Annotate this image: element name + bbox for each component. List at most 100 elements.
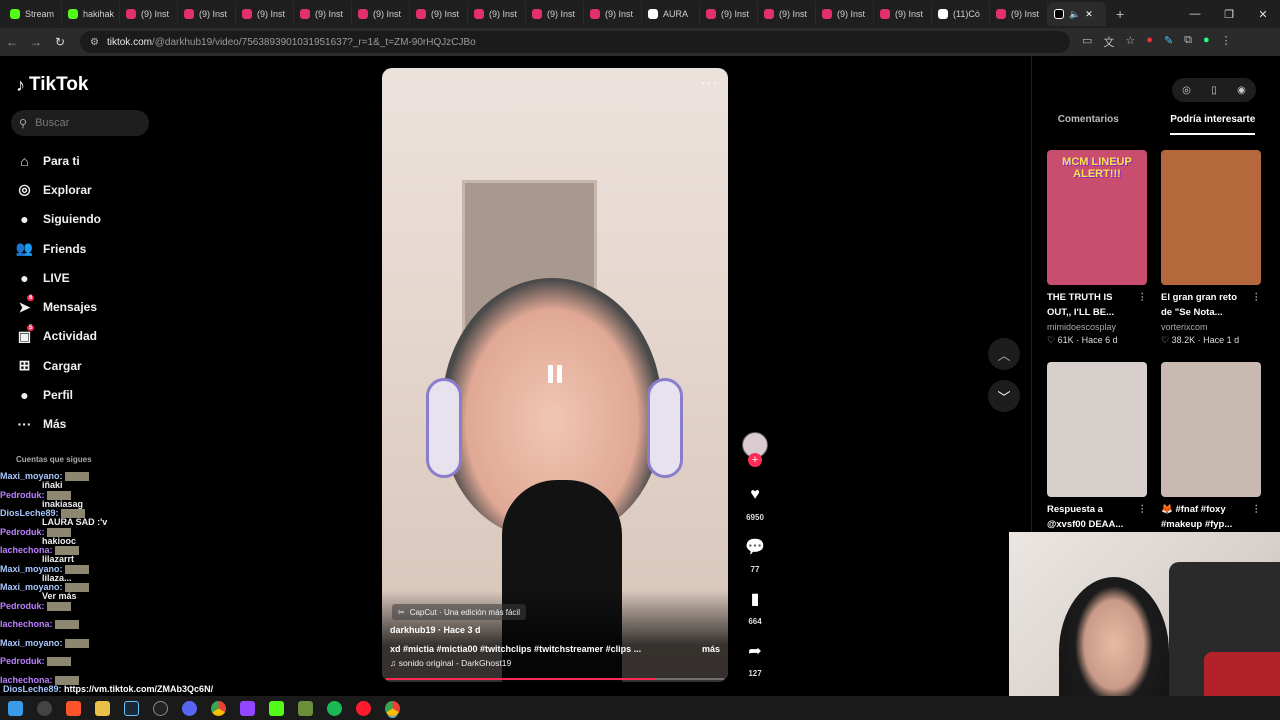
- sidebar-item-friends[interactable]: 👥 Friends: [16, 234, 101, 263]
- windows-start-icon[interactable]: [8, 700, 23, 716]
- tiktok-logo[interactable]: ♪ TikTok: [16, 74, 88, 96]
- recommended-video-card[interactable]: 🦊 #fnaf #foxy #makeup #fyp... ⋮: [1161, 362, 1261, 532]
- browser-tab[interactable]: (9) Inst: [468, 2, 526, 26]
- card-title[interactable]: Respuesta a @xvsf00 DEAA... ⋮: [1047, 502, 1147, 532]
- card-author[interactable]: vorterixcom: [1161, 322, 1261, 332]
- following-account[interactable]: lilazarrt: [42, 550, 74, 569]
- card-more-icon[interactable]: ⋮: [1138, 502, 1148, 532]
- browser-tab[interactable]: (9) Inst: [526, 2, 584, 26]
- comment-action[interactable]: 💬 77: [738, 532, 772, 574]
- video-author[interactable]: darkhub19 · Hace 3 d: [390, 625, 481, 635]
- search-input[interactable]: ⚲ Buscar: [11, 110, 149, 136]
- more-link[interactable]: más: [702, 644, 720, 654]
- sidebar-item-live[interactable]: ● LIVE: [16, 263, 101, 292]
- video-thumbnail[interactable]: MCM LINEUP ALERT!!!: [1047, 150, 1147, 285]
- browser-tab[interactable]: (9) Inst: [990, 2, 1048, 26]
- pause-button[interactable]: [541, 360, 569, 388]
- browser-tab[interactable]: (9) Inst: [120, 2, 178, 26]
- opera-icon[interactable]: [356, 700, 371, 716]
- sidebar-item-perfil[interactable]: ● Perfil: [16, 380, 101, 409]
- video-thumbnail[interactable]: [1047, 362, 1147, 497]
- next-video-button[interactable]: ﹀: [988, 380, 1020, 412]
- tab-comments[interactable]: Comentarios: [1058, 114, 1119, 135]
- browser-tab[interactable]: (9) Inst: [758, 2, 816, 26]
- search-taskbar-icon[interactable]: [37, 700, 52, 716]
- back-icon[interactable]: ←: [0, 35, 24, 49]
- sidebar-item-cargar[interactable]: ⊞ Cargar: [16, 351, 101, 380]
- video-player[interactable]: ··· ✂ CapCut · Una edición más fácil dar…: [382, 68, 728, 682]
- puzzle-icon[interactable]: ⧉: [1184, 34, 1192, 50]
- recommended-video-card[interactable]: MCM LINEUP ALERT!!! THE TRUTH IS OUT,, I'L…: [1047, 150, 1147, 346]
- following-account[interactable]: hakiooc: [42, 532, 76, 551]
- obs-icon[interactable]: [153, 700, 168, 716]
- reload-icon[interactable]: ↻: [48, 35, 72, 49]
- following-account[interactable]: LAURA SAD :'v: [42, 513, 107, 532]
- card-title[interactable]: El gran gran reto de "Se Nota... ⋮: [1161, 290, 1261, 320]
- user-avatar-icon[interactable]: ◉: [1237, 85, 1246, 96]
- minecraft-icon[interactable]: [298, 700, 313, 716]
- browser-tab[interactable]: (9) Inst: [816, 2, 874, 26]
- video-progress-bar[interactable]: [386, 678, 724, 680]
- bookmark-star-icon[interactable]: ☆: [1125, 34, 1135, 50]
- card-title[interactable]: 🦊 #fnaf #foxy #makeup #fyp... ⋮: [1161, 502, 1261, 532]
- steam-icon[interactable]: [124, 700, 139, 716]
- browser-tab[interactable]: (9) Inst: [352, 2, 410, 26]
- following-account[interactable]: lilaza...: [42, 569, 72, 588]
- card-author[interactable]: mimidoescosplay: [1047, 322, 1147, 332]
- card-more-icon[interactable]: ⋮: [1252, 502, 1262, 532]
- comment-icon[interactable]: 💬: [740, 532, 770, 562]
- kick-icon[interactable]: [269, 700, 284, 716]
- browser-tab[interactable]: (9) Inst: [410, 2, 468, 26]
- phone-icon[interactable]: ▯: [1211, 85, 1217, 96]
- forward-icon[interactable]: →: [24, 35, 48, 49]
- more-options-icon[interactable]: ···: [701, 74, 718, 90]
- heart-icon[interactable]: ♥: [740, 480, 770, 510]
- follow-plus-icon[interactable]: +: [748, 453, 762, 467]
- site-info-icon[interactable]: ⚙: [90, 37, 99, 48]
- chrome-icon[interactable]: [211, 700, 226, 716]
- brave-icon[interactable]: [66, 700, 81, 716]
- app-icon[interactable]: [240, 700, 255, 716]
- browser-tab[interactable]: (9) Inst: [700, 2, 758, 26]
- browser-tab[interactable]: (9) Inst: [874, 2, 932, 26]
- minimize-icon[interactable]: —: [1178, 0, 1212, 28]
- translate-icon[interactable]: 文: [1103, 34, 1114, 50]
- files-icon[interactable]: [95, 700, 110, 716]
- video-sound[interactable]: ♫ sonido original - DarkGhost19: [390, 658, 511, 668]
- sidebar-item-más[interactable]: ··· Más: [16, 410, 101, 439]
- close-window-icon[interactable]: ✕: [1246, 0, 1280, 28]
- extension-icon[interactable]: ✎: [1164, 34, 1173, 50]
- browser-tab[interactable]: (9) Inst: [178, 2, 236, 26]
- tab-close-icon[interactable]: ✕: [1085, 9, 1093, 20]
- following-account[interactable]: inakiasag: [42, 495, 83, 514]
- browser-tab[interactable]: AURA: [642, 2, 700, 26]
- browser-tab-active[interactable]: 🔈 ✕: [1048, 2, 1106, 26]
- video-thumbnail[interactable]: [1161, 362, 1261, 497]
- menu-icon[interactable]: ⋮: [1221, 34, 1232, 50]
- recommended-video-card[interactable]: Respuesta a @xvsf00 DEAA... ⋮: [1047, 362, 1147, 532]
- card-more-icon[interactable]: ⋮: [1138, 290, 1148, 320]
- cast-icon[interactable]: ▭: [1082, 34, 1092, 50]
- sidebar-item-actividad[interactable]: ▣ Actividad 5: [16, 322, 101, 351]
- chrome-active-icon[interactable]: [385, 700, 400, 716]
- tab-recommended[interactable]: Podría interesarte: [1170, 114, 1256, 135]
- extension-icon[interactable]: ●: [1146, 34, 1153, 50]
- share-icon[interactable]: ➦: [740, 636, 770, 666]
- spotify-icon[interactable]: [327, 700, 342, 716]
- sidebar-item-para-ti[interactable]: ⌂ Para ti: [16, 146, 101, 175]
- save-action[interactable]: ▮ 664: [738, 584, 772, 626]
- profile-icon[interactable]: ●: [1203, 34, 1210, 50]
- url-field[interactable]: ⚙ tiktok.com/@darkhub19/video/7563893901…: [80, 31, 1070, 53]
- video-thumbnail[interactable]: [1161, 150, 1261, 285]
- sidebar-item-siguiendo[interactable]: ● Siguiendo: [16, 205, 101, 234]
- like-action[interactable]: ♥ 6950: [738, 480, 772, 522]
- browser-tab[interactable]: Stream: [4, 2, 62, 26]
- browser-tab[interactable]: hakihak: [62, 2, 120, 26]
- card-title[interactable]: THE TRUTH IS OUT,, I'LL BE... ⋮: [1047, 290, 1147, 320]
- sidebar-item-mensajes[interactable]: ➤ Mensajes 6: [16, 292, 101, 321]
- maximize-icon[interactable]: ❐: [1212, 0, 1246, 28]
- browser-tab[interactable]: (9) Inst: [294, 2, 352, 26]
- following-account[interactable]: Ver más: [42, 587, 77, 606]
- recommended-video-card[interactable]: El gran gran reto de "Se Nota... ⋮ vorterix…: [1161, 150, 1261, 346]
- following-account[interactable]: iñaki: [42, 476, 63, 495]
